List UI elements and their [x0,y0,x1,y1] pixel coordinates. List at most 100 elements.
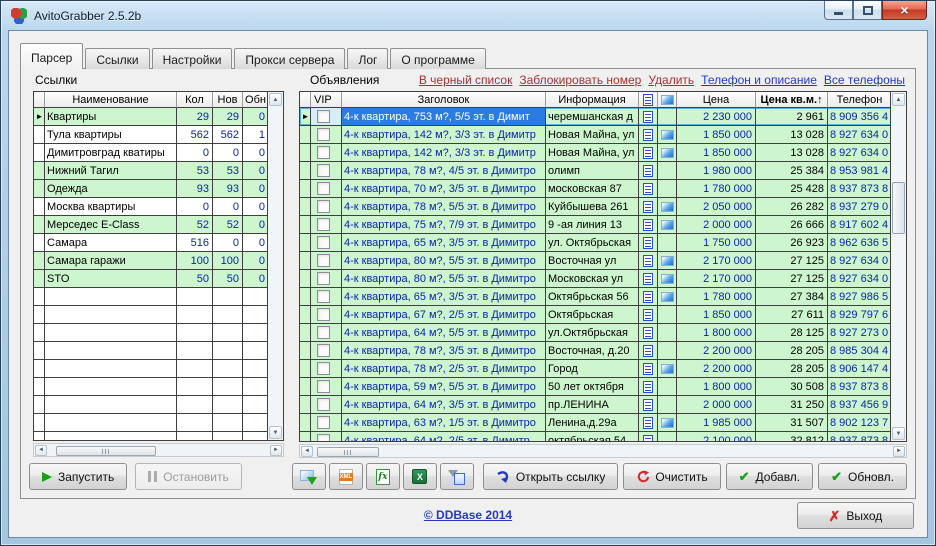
tab-about[interactable]: О программе [390,48,485,69]
document-icon[interactable] [643,309,653,321]
document-icon[interactable] [643,201,653,213]
export-xml-button[interactable]: XML [329,463,363,490]
document-icon[interactable] [643,399,653,411]
table-row[interactable]: Москва квартиры000 [34,198,283,216]
add-button[interactable]: ✔ Добавл. [726,463,814,490]
title-bar[interactable]: AvitoGrabber 2.5.2b × [1,1,935,30]
table-row[interactable]: STO50500 [34,270,283,288]
table-row[interactable]: 4-к квартира, 59 м?, 5/5 эт. в Димитро50… [300,378,906,396]
table-row[interactable]: 4-к квартира, 142 м?, 3/3 эт. в ДимитрНо… [300,126,906,144]
action-phone-description[interactable]: Телефон и описание [701,73,817,87]
table-row[interactable]: Самара гаражи1001000 [34,252,283,270]
table-row[interactable]: 4-к квартира, 65 м?, 3/5 эт. в ДимитроОк… [300,288,906,306]
save-picture-button[interactable] [292,463,326,490]
update-button[interactable]: ✔ Обновл. [818,463,907,490]
document-icon[interactable] [643,147,653,159]
table-row[interactable]: 4-к квартира, 65 м?, 3/5 эт. в Димитроул… [300,234,906,252]
document-icon[interactable] [643,219,653,231]
title-column-header[interactable]: Заголовок [342,92,546,108]
table-row[interactable]: Нижний Тагил53530 [34,162,283,180]
table-row[interactable]: 4-к квартира, 67 м?, 2/5 эт. в ДимитроОк… [300,306,906,324]
vscroll-thumb[interactable] [892,182,905,234]
action-block-number[interactable]: Заблокировать номер [519,73,641,87]
price-column-header[interactable]: Цена [677,92,756,108]
start-button[interactable]: Запустить [29,463,127,490]
phone-column-header[interactable]: Телефон [828,92,892,108]
table-row[interactable]: Димитровград кватиры000 [34,144,283,162]
tab-parser[interactable]: Парсер [20,43,83,69]
vip-checkbox[interactable] [317,308,330,321]
table-row[interactable]: ►4-к квартира, 753 м?, 5/5 эт. в Димитче… [300,108,906,126]
price-m2-column-header[interactable]: Цена кв.м.↑ [756,92,828,108]
filter-button[interactable] [440,463,474,490]
table-row[interactable]: 4-к квартира, 70 м?, 3/5 эт. в Димитромо… [300,180,906,198]
table-row[interactable]: 4-к квартира, 80 м?, 5/5 эт. в ДимитроМо… [300,270,906,288]
scroll-right-icon[interactable]: ► [270,445,282,456]
ads-grid-hscrollbar[interactable]: ◄ ► [299,444,907,458]
table-row[interactable]: 4-к квартира, 78 м?, 3/5 эт. в ДимитроВо… [300,342,906,360]
vip-checkbox[interactable] [317,110,330,123]
doc-column-header[interactable] [639,92,658,108]
vip-checkbox[interactable] [317,236,330,249]
table-row[interactable]: 4-к квартира, 78 м?, 4/5 эт. в Димитроол… [300,162,906,180]
hscroll-thumb[interactable] [56,446,156,456]
document-icon[interactable] [643,327,653,339]
kol-column-header[interactable]: Кол [177,92,213,108]
open-link-button[interactable]: Открыть ссылку [483,463,618,490]
scroll-down-icon[interactable]: ▼ [892,427,905,440]
document-icon[interactable] [643,273,653,285]
excel-fx-button[interactable]: fx [366,463,400,490]
name-column-header[interactable]: Наименование [45,92,177,108]
document-icon[interactable] [643,345,653,357]
scroll-down-icon[interactable]: ▼ [269,426,282,439]
table-row[interactable]: 4-к квартира, 80 м?, 5/5 эт. в ДимитроВо… [300,252,906,270]
table-row[interactable]: 4-к квартира, 75 м?, 7/9 эт. в Димитро9 … [300,216,906,234]
table-row[interactable]: Самара51600 [34,234,283,252]
links-grid-hscrollbar[interactable]: ◄ ► [33,443,284,457]
vip-checkbox[interactable] [317,200,330,213]
vip-checkbox[interactable] [317,380,330,393]
vip-checkbox[interactable] [317,272,330,285]
image-icon[interactable] [661,220,674,230]
maximize-button[interactable] [853,1,882,20]
close-button[interactable]: × [882,1,927,20]
obn-column-header[interactable]: Обн [243,92,269,108]
document-icon[interactable] [643,129,653,141]
scroll-left-icon[interactable]: ◄ [35,445,47,456]
exit-button[interactable]: ✗ Выход [797,502,914,529]
document-icon[interactable] [643,417,653,429]
image-icon[interactable] [661,364,674,374]
stop-button[interactable]: Остановить [135,463,242,490]
tab-log[interactable]: Лог [347,48,388,69]
document-icon[interactable] [643,291,653,303]
action-blacklist[interactable]: В черный список [419,73,513,87]
image-icon[interactable] [661,256,674,266]
image-icon[interactable] [661,202,674,212]
info-column-header[interactable]: Информация [546,92,639,108]
vip-checkbox[interactable] [317,164,330,177]
links-grid-vscrollbar[interactable]: ▲ ▼ [267,92,283,440]
vip-column-header[interactable]: VIP [311,92,342,108]
tab-links[interactable]: Ссылки [85,48,149,69]
image-icon[interactable] [661,274,674,284]
tab-proxy-servers[interactable]: Прокси сервера [234,48,345,69]
scroll-up-icon[interactable]: ▲ [269,93,282,106]
vip-checkbox[interactable] [317,290,330,303]
table-row[interactable]: Мерседес E-Class52520 [34,216,283,234]
minimize-button[interactable] [824,1,853,20]
scroll-right-icon[interactable]: ► [893,446,905,457]
table-row[interactable]: 4-к квартира, 142 м?, 3/3 эт. в ДимитрНо… [300,144,906,162]
clear-button[interactable]: Очистить [623,463,720,490]
vip-checkbox[interactable] [317,344,330,357]
document-icon[interactable] [643,237,653,249]
vip-checkbox[interactable] [317,416,330,429]
vip-checkbox[interactable] [317,326,330,339]
copyright-link[interactable]: © DDBase 2014 [424,508,512,522]
table-row[interactable]: 4-к квартира, 64 м?, 3/5 эт. в Димитропр… [300,396,906,414]
document-icon[interactable] [643,363,653,375]
image-icon[interactable] [661,148,674,158]
img-column-header[interactable] [658,92,677,108]
image-icon[interactable] [661,292,674,302]
document-icon[interactable] [643,111,653,123]
ads-grid-vscrollbar[interactable]: ▲ ▼ [890,92,906,441]
